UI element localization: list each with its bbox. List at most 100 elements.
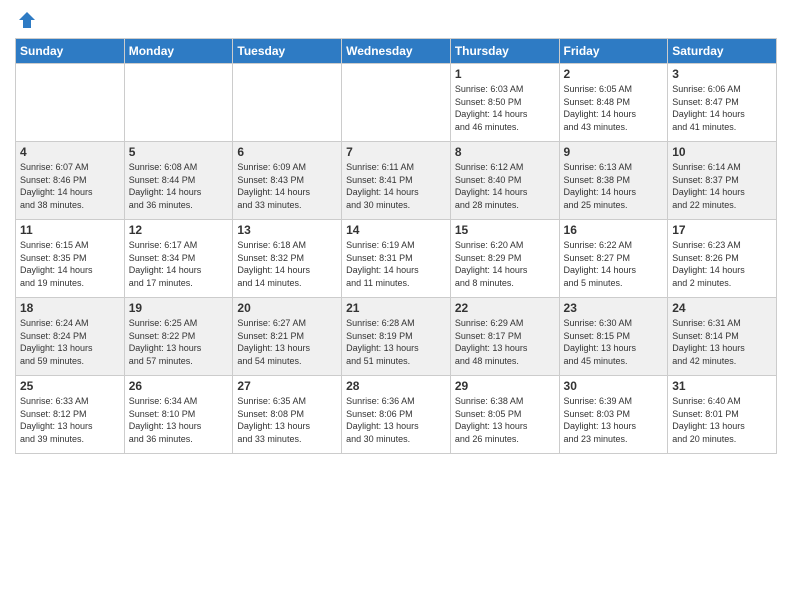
day-info: Sunrise: 6:27 AM Sunset: 8:21 PM Dayligh… (237, 317, 337, 367)
week-row-1: 1 Sunrise: 6:03 AM Sunset: 8:50 PM Daylig… (16, 64, 777, 142)
calendar-cell: 12 Sunrise: 6:17 AM Sunset: 8:34 PM Dayli… (124, 220, 233, 298)
calendar-cell (124, 64, 233, 142)
day-info: Sunrise: 6:05 AM Sunset: 8:48 PM Dayligh… (564, 83, 664, 133)
day-number: 29 (455, 379, 555, 393)
day-info: Sunrise: 6:31 AM Sunset: 8:14 PM Dayligh… (672, 317, 772, 367)
day-number: 11 (20, 223, 120, 237)
calendar-cell: 15 Sunrise: 6:20 AM Sunset: 8:29 PM Dayli… (450, 220, 559, 298)
day-number: 24 (672, 301, 772, 315)
day-info: Sunrise: 6:14 AM Sunset: 8:37 PM Dayligh… (672, 161, 772, 211)
calendar-cell: 13 Sunrise: 6:18 AM Sunset: 8:32 PM Dayli… (233, 220, 342, 298)
day-info: Sunrise: 6:34 AM Sunset: 8:10 PM Dayligh… (129, 395, 229, 445)
day-number: 28 (346, 379, 446, 393)
day-info: Sunrise: 6:12 AM Sunset: 8:40 PM Dayligh… (455, 161, 555, 211)
calendar-cell: 1 Sunrise: 6:03 AM Sunset: 8:50 PM Daylig… (450, 64, 559, 142)
calendar-cell: 18 Sunrise: 6:24 AM Sunset: 8:24 PM Dayli… (16, 298, 125, 376)
logo (15, 10, 37, 30)
calendar-cell: 28 Sunrise: 6:36 AM Sunset: 8:06 PM Dayli… (342, 376, 451, 454)
calendar-cell: 3Sunrise: 6:06 AM Sunset: 8:47 PM Daylig… (668, 64, 777, 142)
weekday-header-saturday: Saturday (668, 39, 777, 64)
calendar-cell: 2 Sunrise: 6:05 AM Sunset: 8:48 PM Daylig… (559, 64, 668, 142)
day-info: Sunrise: 6:13 AM Sunset: 8:38 PM Dayligh… (564, 161, 664, 211)
calendar-cell: 9 Sunrise: 6:13 AM Sunset: 8:38 PM Daylig… (559, 142, 668, 220)
week-row-4: 18 Sunrise: 6:24 AM Sunset: 8:24 PM Dayli… (16, 298, 777, 376)
calendar-cell (16, 64, 125, 142)
day-info: Sunrise: 6:11 AM Sunset: 8:41 PM Dayligh… (346, 161, 446, 211)
day-number: 27 (237, 379, 337, 393)
week-row-3: 11 Sunrise: 6:15 AM Sunset: 8:35 PM Dayli… (16, 220, 777, 298)
day-number: 15 (455, 223, 555, 237)
day-info: Sunrise: 6:33 AM Sunset: 8:12 PM Dayligh… (20, 395, 120, 445)
day-number: 18 (20, 301, 120, 315)
weekday-header-sunday: Sunday (16, 39, 125, 64)
day-number: 5 (129, 145, 229, 159)
day-number: 9 (564, 145, 664, 159)
day-info: Sunrise: 6:20 AM Sunset: 8:29 PM Dayligh… (455, 239, 555, 289)
calendar-cell: 16 Sunrise: 6:22 AM Sunset: 8:27 PM Dayli… (559, 220, 668, 298)
day-number: 16 (564, 223, 664, 237)
day-info: Sunrise: 6:39 AM Sunset: 8:03 PM Dayligh… (564, 395, 664, 445)
day-info: Sunrise: 6:03 AM Sunset: 8:50 PM Dayligh… (455, 83, 555, 133)
calendar-cell: 11 Sunrise: 6:15 AM Sunset: 8:35 PM Dayli… (16, 220, 125, 298)
day-info: Sunrise: 6:40 AM Sunset: 8:01 PM Dayligh… (672, 395, 772, 445)
day-info: Sunrise: 6:29 AM Sunset: 8:17 PM Dayligh… (455, 317, 555, 367)
day-number: 2 (564, 67, 664, 81)
day-number: 17 (672, 223, 772, 237)
page: SundayMondayTuesdayWednesdayThursdayFrid… (0, 0, 792, 612)
day-info: Sunrise: 6:15 AM Sunset: 8:35 PM Dayligh… (20, 239, 120, 289)
day-info: Sunrise: 6:38 AM Sunset: 8:05 PM Dayligh… (455, 395, 555, 445)
day-number: 25 (20, 379, 120, 393)
day-info: Sunrise: 6:08 AM Sunset: 8:44 PM Dayligh… (129, 161, 229, 211)
day-info: Sunrise: 6:07 AM Sunset: 8:46 PM Dayligh… (20, 161, 120, 211)
calendar-cell: 14Sunrise: 6:19 AM Sunset: 8:31 PM Dayli… (342, 220, 451, 298)
calendar-cell: 24 Sunrise: 6:31 AM Sunset: 8:14 PM Dayli… (668, 298, 777, 376)
weekday-header-friday: Friday (559, 39, 668, 64)
calendar-cell: 5 Sunrise: 6:08 AM Sunset: 8:44 PM Daylig… (124, 142, 233, 220)
day-info: Sunrise: 6:17 AM Sunset: 8:34 PM Dayligh… (129, 239, 229, 289)
day-number: 26 (129, 379, 229, 393)
weekday-header-thursday: Thursday (450, 39, 559, 64)
day-number: 31 (672, 379, 772, 393)
day-number: 10 (672, 145, 772, 159)
calendar-cell (233, 64, 342, 142)
calendar-cell: 27 Sunrise: 6:35 AM Sunset: 8:08 PM Dayli… (233, 376, 342, 454)
calendar-cell: 23 Sunrise: 6:30 AM Sunset: 8:15 PM Dayli… (559, 298, 668, 376)
calendar-cell: 6 Sunrise: 6:09 AM Sunset: 8:43 PM Daylig… (233, 142, 342, 220)
day-info: Sunrise: 6:35 AM Sunset: 8:08 PM Dayligh… (237, 395, 337, 445)
day-info: Sunrise: 6:24 AM Sunset: 8:24 PM Dayligh… (20, 317, 120, 367)
day-number: 13 (237, 223, 337, 237)
day-number: 14 (346, 223, 446, 237)
day-number: 21 (346, 301, 446, 315)
calendar-cell (342, 64, 451, 142)
day-number: 1 (455, 67, 555, 81)
day-info: Sunrise: 6:23 AM Sunset: 8:26 PM Dayligh… (672, 239, 772, 289)
day-info: Sunrise: 6:36 AM Sunset: 8:06 PM Dayligh… (346, 395, 446, 445)
calendar-cell: 30Sunrise: 6:39 AM Sunset: 8:03 PM Dayli… (559, 376, 668, 454)
day-number: 19 (129, 301, 229, 315)
weekday-header-tuesday: Tuesday (233, 39, 342, 64)
logo-icon (17, 10, 37, 30)
day-info: Sunrise: 6:18 AM Sunset: 8:32 PM Dayligh… (237, 239, 337, 289)
day-number: 12 (129, 223, 229, 237)
day-info: Sunrise: 6:22 AM Sunset: 8:27 PM Dayligh… (564, 239, 664, 289)
calendar-cell: 21Sunrise: 6:28 AM Sunset: 8:19 PM Dayli… (342, 298, 451, 376)
header (15, 10, 777, 30)
calendar-cell: 22 Sunrise: 6:29 AM Sunset: 8:17 PM Dayli… (450, 298, 559, 376)
day-number: 6 (237, 145, 337, 159)
day-number: 22 (455, 301, 555, 315)
day-number: 7 (346, 145, 446, 159)
week-row-5: 25 Sunrise: 6:33 AM Sunset: 8:12 PM Dayli… (16, 376, 777, 454)
day-number: 8 (455, 145, 555, 159)
day-info: Sunrise: 6:09 AM Sunset: 8:43 PM Dayligh… (237, 161, 337, 211)
calendar-cell: 20 Sunrise: 6:27 AM Sunset: 8:21 PM Dayli… (233, 298, 342, 376)
calendar-cell: 19 Sunrise: 6:25 AM Sunset: 8:22 PM Dayli… (124, 298, 233, 376)
week-row-2: 4Sunrise: 6:07 AM Sunset: 8:46 PM Daylig… (16, 142, 777, 220)
weekday-header-monday: Monday (124, 39, 233, 64)
day-number: 23 (564, 301, 664, 315)
weekday-header-wednesday: Wednesday (342, 39, 451, 64)
day-number: 20 (237, 301, 337, 315)
day-info: Sunrise: 6:06 AM Sunset: 8:47 PM Dayligh… (672, 83, 772, 133)
day-info: Sunrise: 6:30 AM Sunset: 8:15 PM Dayligh… (564, 317, 664, 367)
calendar-cell: 10 Sunrise: 6:14 AM Sunset: 8:37 PM Dayli… (668, 142, 777, 220)
day-info: Sunrise: 6:25 AM Sunset: 8:22 PM Dayligh… (129, 317, 229, 367)
